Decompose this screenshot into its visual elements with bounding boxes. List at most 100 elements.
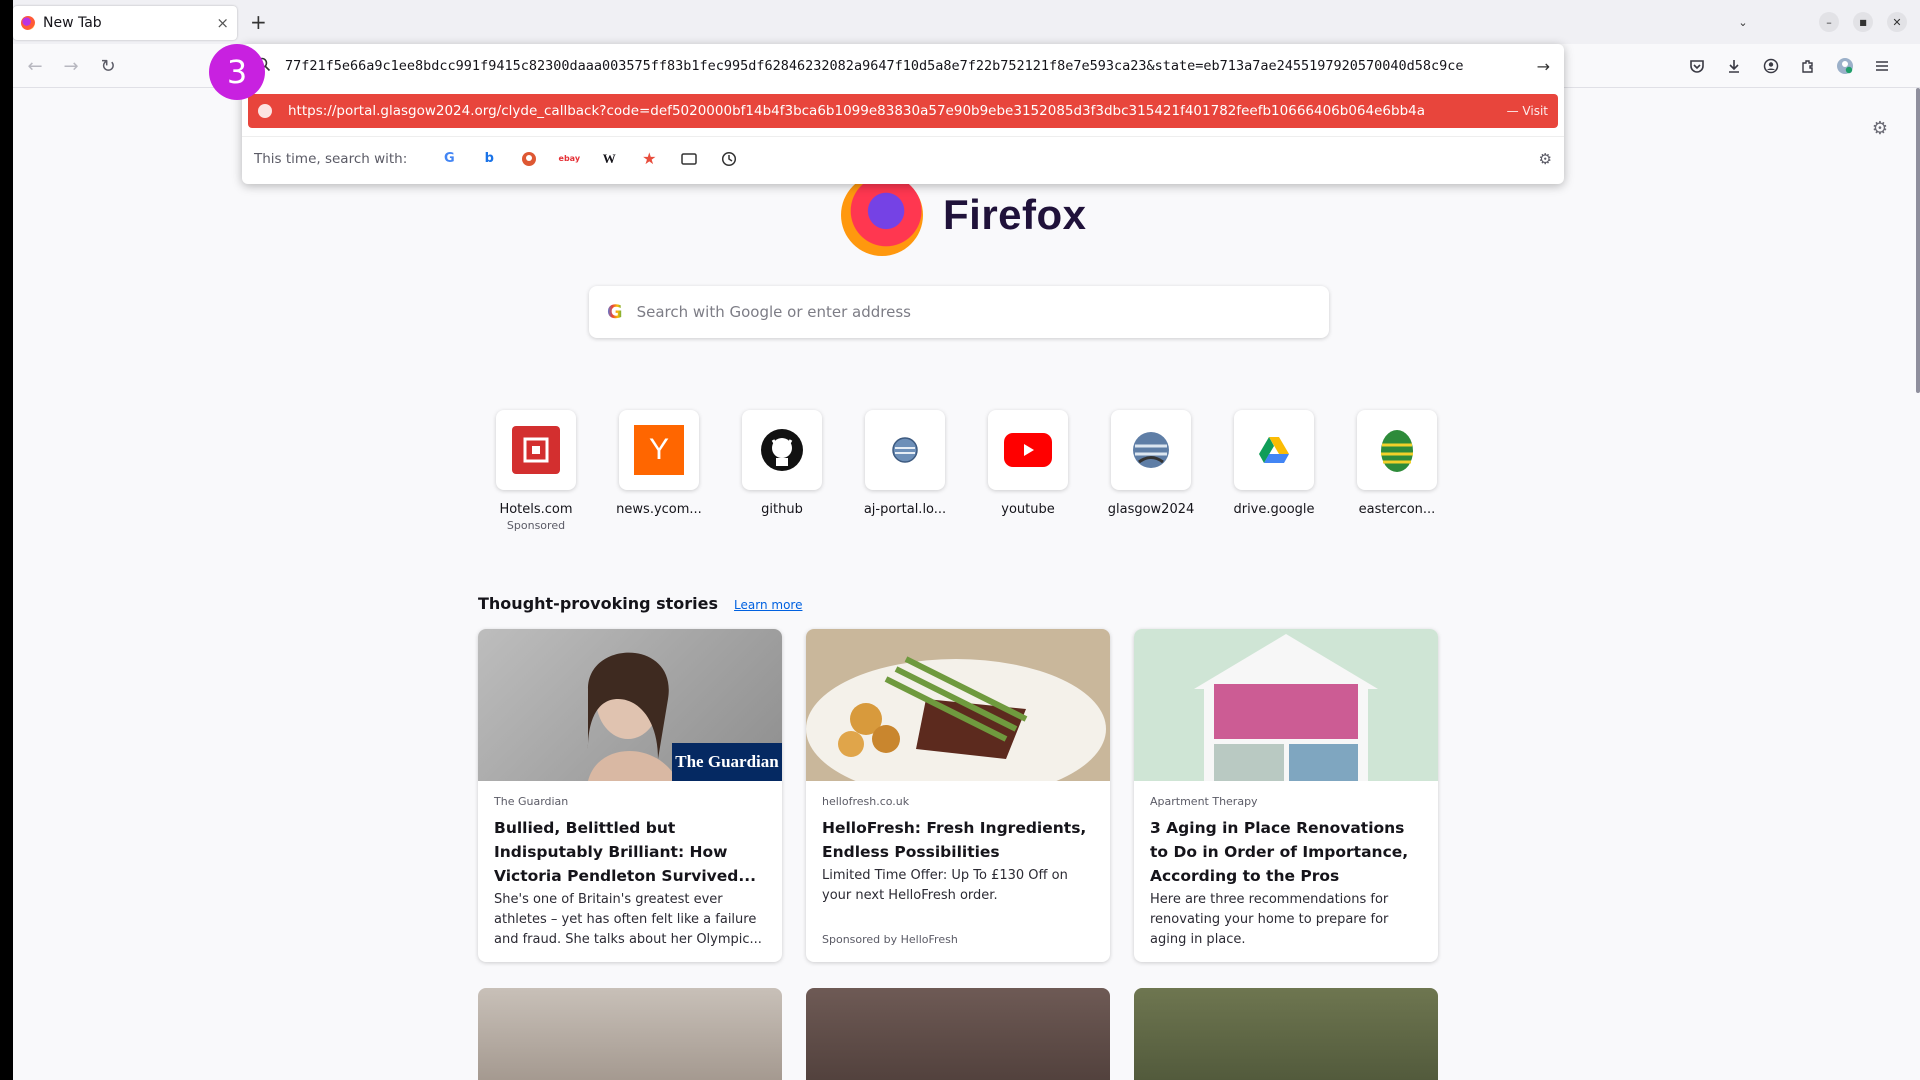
history-clock-icon[interactable] <box>719 149 739 169</box>
story-source: The Guardian <box>494 795 569 808</box>
close-tab-icon[interactable]: × <box>216 14 229 32</box>
story-excerpt: Here are three recommendations for renov… <box>1150 892 1389 947</box>
story-title: 3 Aging in Place Renovations to Do in Or… <box>1150 819 1409 885</box>
top-site-tile <box>1111 410 1191 490</box>
story-source: hellofresh.co.uk <box>822 795 910 808</box>
scrollbar[interactable] <box>1916 88 1920 393</box>
search-engines-row: This time, search with: G b ebay W ★ ⚙ <box>242 136 1564 180</box>
account-icon[interactable] <box>1759 54 1783 78</box>
reload-button[interactable]: ↻ <box>96 54 120 78</box>
urlbar-value[interactable]: 77f21f5e66a9c1ee8bdcc991f9415c82300daaa0… <box>285 58 1529 74</box>
maximize-button[interactable]: ■ <box>1853 12 1873 32</box>
download-icon[interactable] <box>1722 54 1746 78</box>
go-arrow-icon[interactable]: → <box>1537 57 1550 76</box>
top-site-tile <box>1234 410 1314 490</box>
profile-icon[interactable] <box>1833 54 1857 78</box>
tab-new-tab[interactable]: New Tab × <box>13 6 237 40</box>
ebay-engine-icon[interactable]: ebay <box>559 149 581 169</box>
story-card[interactable]: hellofresh.co.uk HelloFresh: Fresh Ingre… <box>806 629 1110 962</box>
close-window-button[interactable]: ✕ <box>1887 12 1907 32</box>
sponsored-label: Sponsored <box>506 519 566 532</box>
url-suggestion-row[interactable]: https://portal.glasgow2024.org/clyde_cal… <box>248 94 1558 128</box>
firefox-favicon-icon <box>21 16 35 30</box>
tab-title: New Tab <box>43 15 102 31</box>
top-site-tile <box>496 410 576 490</box>
story-card[interactable]: The Guardian The Guardian Bullied, Belit… <box>478 629 782 962</box>
top-site-label: drive.google <box>1233 502 1315 517</box>
top-site-label: youtube <box>1001 502 1055 517</box>
firefox-globe-icon <box>841 174 923 256</box>
search-with-label: This time, search with: <box>254 150 408 167</box>
top-site-aj-portal[interactable]: aj-portal.lo... <box>850 410 960 517</box>
gear-icon[interactable]: ⚙ <box>1539 150 1552 168</box>
firefox-logo: Firefox <box>841 174 1087 256</box>
story-card[interactable]: Apartment Therapy 3 Aging in Place Renov… <box>1134 629 1438 962</box>
github-icon <box>760 428 804 472</box>
top-site-label: github <box>761 502 803 517</box>
top-site-tile <box>865 410 945 490</box>
forward-button[interactable]: → <box>59 54 83 78</box>
globe-icon <box>890 435 920 465</box>
menu-icon[interactable] <box>1870 54 1894 78</box>
globe-icon <box>258 104 272 118</box>
globe-icon <box>1129 428 1173 472</box>
pocket-icon[interactable] <box>1685 54 1709 78</box>
google-icon: G <box>607 301 623 323</box>
egg-icon <box>1379 427 1415 473</box>
top-site-tile <box>742 410 822 490</box>
top-site-github[interactable]: github <box>727 410 837 517</box>
guardian-logo: The Guardian <box>672 743 782 781</box>
wikipedia-engine-icon[interactable]: W <box>599 149 619 169</box>
story-image <box>1134 629 1438 781</box>
story-image: The Guardian <box>478 629 782 781</box>
bing-engine-icon[interactable]: b <box>479 149 499 169</box>
story-source: Apartment Therapy <box>1150 795 1258 808</box>
top-site-label: glasgow2024 <box>1107 502 1195 517</box>
learn-more-link[interactable]: Learn more <box>734 598 802 612</box>
gear-icon[interactable]: ⚙ <box>1872 118 1888 139</box>
story-image <box>806 629 1110 799</box>
extensions-icon[interactable] <box>1796 54 1820 78</box>
top-site-label: eastercon... <box>1358 502 1436 517</box>
browser-window: New Tab × + ⌄ – ■ ✕ ← → ↻ ⚙ Firefox G Se… <box>13 0 1920 1080</box>
tab-strip: New Tab × + ⌄ – ■ ✕ <box>13 0 1920 44</box>
story-card[interactable] <box>1134 988 1438 1080</box>
tabs-icon[interactable] <box>679 149 699 169</box>
top-site-youtube[interactable]: youtube <box>973 410 1083 517</box>
drive-icon <box>1257 435 1291 465</box>
search-input[interactable]: G Search with Google or enter address <box>589 286 1329 338</box>
story-title: HelloFresh: Fresh Ingredients, Endless P… <box>822 819 1087 861</box>
back-button[interactable]: ← <box>23 54 47 78</box>
top-site-hotels[interactable]: Hotels.com Sponsored <box>481 410 591 532</box>
story-excerpt: She's one of Britain's greatest ever ath… <box>494 892 762 947</box>
list-all-tabs-button[interactable]: ⌄ <box>1733 12 1753 32</box>
top-site-tile: Y <box>619 410 699 490</box>
suggestion-url: https://portal.glasgow2024.org/clyde_cal… <box>288 103 1426 119</box>
stories-heading: Thought-provoking stories <box>478 594 719 613</box>
story-title: Bullied, Belittled but Indisputably Bril… <box>494 819 757 885</box>
duckduckgo-engine-icon[interactable] <box>519 149 539 169</box>
top-site-tile <box>988 410 1068 490</box>
urlbar-dropdown: 77f21f5e66a9c1ee8bdcc991f9415c82300daaa0… <box>242 44 1564 184</box>
top-site-tile <box>1357 410 1437 490</box>
ycombinator-icon: Y <box>634 425 684 475</box>
newtab-page: ⚙ Firefox G Search with Google or enter … <box>13 88 1920 1080</box>
new-tab-button[interactable]: + <box>250 10 267 34</box>
top-site-label: news.ycom... <box>616 502 702 517</box>
top-site-label: aj-portal.lo... <box>863 502 947 517</box>
top-site-drive-google[interactable]: drive.google <box>1219 410 1329 517</box>
youtube-icon <box>1004 433 1052 467</box>
top-site-glasgow2024[interactable]: glasgow2024 <box>1096 410 1206 517</box>
bookmarks-star-icon[interactable]: ★ <box>639 149 659 169</box>
story-excerpt: Limited Time Offer: Up To £130 Off on yo… <box>822 868 1068 903</box>
urlbar-input[interactable]: 77f21f5e66a9c1ee8bdcc991f9415c82300daaa0… <box>242 44 1564 88</box>
sponsored-label: Sponsored by HelloFresh <box>822 933 958 946</box>
top-site-eastercon[interactable]: eastercon... <box>1342 410 1452 517</box>
google-engine-icon[interactable]: G <box>439 149 459 169</box>
top-site-news-ycombinator[interactable]: Y news.ycom... <box>604 410 714 517</box>
hotels-icon <box>512 426 560 474</box>
stories-header: Thought-provoking stories Learn more <box>478 594 802 613</box>
story-card[interactable] <box>478 988 782 1080</box>
story-card[interactable] <box>806 988 1110 1080</box>
minimize-button[interactable]: – <box>1819 12 1839 32</box>
